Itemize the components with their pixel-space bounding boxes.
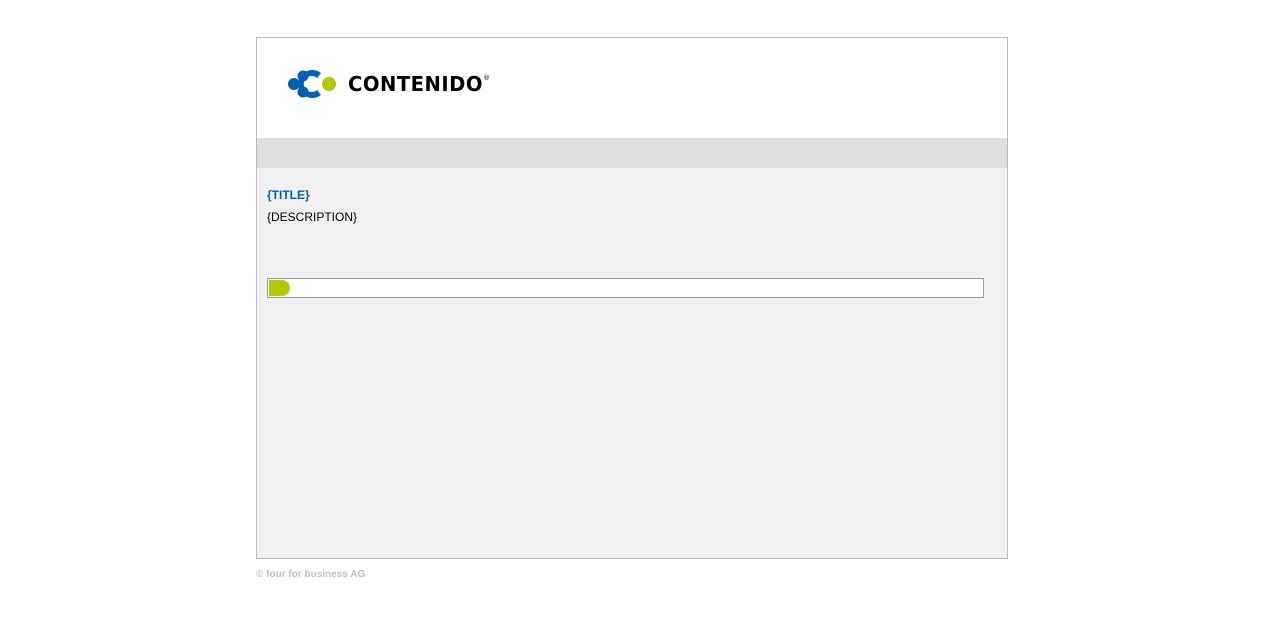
svg-text:CONTENIDO: CONTENIDO [348, 72, 483, 96]
progress-bar [267, 278, 984, 298]
nav-bar [257, 138, 1007, 168]
page-title: {TITLE} [267, 188, 310, 202]
svg-text:®: ® [483, 74, 489, 82]
header: CONTENIDO ® [257, 38, 1007, 138]
progress-bar-fill [269, 280, 290, 296]
setup-panel: CONTENIDO ® {TITLE} {DESCRIPTION} [256, 37, 1008, 559]
content-area: {TITLE} {DESCRIPTION} [257, 168, 1007, 558]
page-description: {DESCRIPTION} [267, 210, 358, 224]
contenido-logo: CONTENIDO ® [287, 68, 489, 100]
copyright-footer: © four for business AG [256, 569, 366, 580]
